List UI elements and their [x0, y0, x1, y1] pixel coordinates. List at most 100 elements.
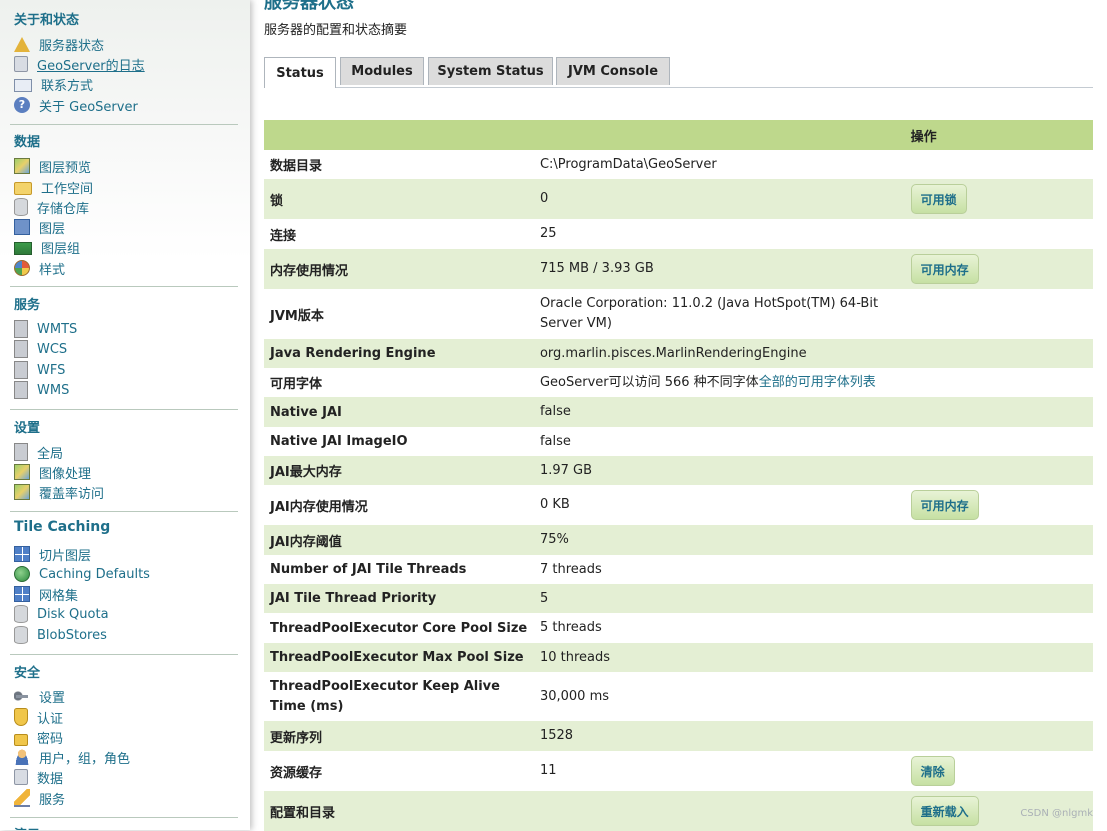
sidebar-item-label: 服务器状态: [39, 38, 105, 54]
free-jai-memory-button[interactable]: 可用内存: [910, 490, 979, 520]
sidebar-item-geoserver-log[interactable]: GeoServer的日志: [14, 55, 145, 74]
row-value: false: [533, 397, 905, 427]
row-key: 配置和目录: [264, 791, 534, 831]
sidebar-item-passwords[interactable]: 密码: [14, 728, 64, 747]
tab-bar: Status Modules System Status JVM Console: [264, 57, 1093, 88]
tab-jvm-console[interactable]: JVM Console: [556, 57, 670, 85]
row-action: 可用锁: [904, 179, 1093, 219]
sidebar-item-global[interactable]: 全局: [14, 443, 63, 462]
sidebar-item-wcs[interactable]: WCS: [14, 340, 67, 358]
table-row: 更新序列 1528: [264, 721, 1093, 751]
page-title: 服务器状态: [264, 0, 354, 13]
globe-icon: [14, 566, 30, 582]
sidebar-section-title-data: 数据: [14, 135, 41, 150]
clear-cache-button[interactable]: 清除: [910, 756, 955, 786]
row-action: [904, 150, 1093, 179]
sidebar-item-caching-defaults[interactable]: Caching Defaults: [14, 565, 150, 583]
reload-button[interactable]: 重新载入: [910, 796, 979, 826]
sidebar-item-layer-groups[interactable]: 图层组: [14, 238, 80, 257]
table-row: 可用字体 GeoServer可以访问 566 种不同字体全部的可用字体列表: [264, 368, 1093, 397]
row-value: 715 MB / 3.93 GB: [533, 249, 905, 289]
tab-system-status[interactable]: System Status: [428, 57, 553, 85]
row-action: [904, 584, 1093, 613]
sidebar-item-data-security[interactable]: 数据: [14, 768, 64, 787]
service-icon: [14, 320, 28, 338]
sidebar-item-wmts[interactable]: WMTS: [14, 320, 77, 338]
sidebar-item-label: Disk Quota: [37, 606, 109, 622]
section-divider: [10, 654, 238, 655]
sidebar-item-label: WFS: [37, 362, 66, 378]
data-security-icon: [14, 769, 28, 785]
help-icon: ?: [14, 97, 30, 113]
row-key: JAI内存使用情况: [264, 485, 534, 525]
row-key: Number of JAI Tile Threads: [264, 555, 534, 584]
row-key: ThreadPoolExecutor Max Pool Size: [264, 643, 534, 672]
sidebar-item-layers[interactable]: 图层: [14, 218, 66, 237]
row-key: Java Rendering Engine: [264, 339, 534, 368]
free-locks-button[interactable]: 可用锁: [910, 184, 967, 214]
free-memory-button[interactable]: 可用内存: [910, 254, 979, 284]
sidebar-item-label: 覆盖率访问: [39, 486, 105, 502]
log-icon: [14, 56, 28, 72]
tab-status[interactable]: Status: [264, 57, 336, 88]
sidebar-item-security-settings[interactable]: 设置: [14, 687, 65, 706]
row-action: [904, 555, 1093, 584]
sidebar-item-wfs[interactable]: WFS: [14, 361, 65, 379]
sidebar-item-image-processing[interactable]: 图像处理: [14, 463, 91, 482]
sidebar-item-label: 图层: [39, 221, 66, 237]
row-key: 锁: [264, 179, 534, 219]
sidebar-item-wms[interactable]: WMS: [14, 381, 69, 399]
row-value: org.marlin.pisces.MarlinRenderingEngine: [533, 339, 905, 368]
table-row: 资源缓存 11 清除: [264, 751, 1093, 791]
row-action: [904, 672, 1093, 721]
table-row: JAI内存使用情况 0 KB 可用内存: [264, 485, 1093, 525]
sidebar-item-tile-layers[interactable]: 切片图层: [14, 545, 91, 564]
lock-icon: [14, 733, 28, 746]
row-value: 25: [533, 219, 905, 249]
sidebar-item-users-groups-roles[interactable]: 用户，组，角色: [14, 748, 130, 767]
sidebar-item-label: 数据: [37, 771, 64, 787]
sidebar-section-title-services: 服务: [14, 298, 41, 313]
sidebar-item-layer-preview[interactable]: 图层预览: [14, 157, 92, 176]
row-value: [533, 791, 905, 831]
table-row: 数据目录 C:\ProgramData\GeoServer: [264, 150, 1093, 179]
sidebar-item-authentication[interactable]: 认证: [14, 708, 63, 727]
sidebar-item-label: 密码: [37, 731, 64, 747]
section-divider: [10, 286, 238, 287]
sidebar-section-title-about: 关于和状态: [14, 13, 80, 28]
sidebar-item-styles[interactable]: 样式: [14, 259, 65, 278]
sidebar-item-label: 图层预览: [39, 160, 92, 176]
row-key: JAI Tile Thread Priority: [264, 584, 534, 613]
main-content: 服务器状态 服务器的配置和状态摘要 Status Modules System …: [264, 0, 1093, 831]
sidebar-section-title-demos: 演示: [14, 824, 40, 830]
table-header-row: 操作: [264, 120, 1093, 150]
sidebar-item-service-security[interactable]: 服务: [14, 789, 65, 808]
sidebar-item-workspaces[interactable]: 工作空间: [14, 178, 93, 197]
row-key: 资源缓存: [264, 751, 534, 791]
section-divider: [10, 817, 238, 818]
service-icon: [14, 381, 28, 399]
row-key: ThreadPoolExecutor Keep Alive Time (ms): [264, 672, 534, 721]
row-value: 0 KB: [533, 485, 905, 525]
all-fonts-link[interactable]: 全部的可用字体列表: [759, 375, 876, 390]
sidebar-item-contact[interactable]: 联系方式: [14, 75, 93, 94]
row-value: 30,000 ms: [533, 672, 905, 721]
sidebar-item-about-geoserver[interactable]: ? 关于 GeoServer: [14, 96, 138, 115]
sidebar-item-server-status[interactable]: 服务器状态: [14, 35, 105, 54]
row-action: [904, 525, 1093, 555]
sidebar-item-disk-quota[interactable]: Disk Quota: [14, 605, 109, 623]
sidebar-item-gridsets[interactable]: 网格集: [14, 585, 78, 604]
sidebar-item-blobstores[interactable]: BlobStores: [14, 626, 107, 644]
table-row: 连接 25: [264, 219, 1093, 249]
table-row: ThreadPoolExecutor Keep Alive Time (ms) …: [264, 672, 1093, 721]
table-row: Number of JAI Tile Threads 7 threads: [264, 555, 1093, 584]
row-action: 可用内存: [904, 249, 1093, 289]
row-value: 1528: [533, 721, 905, 751]
table-row: ThreadPoolExecutor Core Pool Size 5 thre…: [264, 613, 1093, 643]
sidebar-section-title-settings: 设置: [14, 421, 41, 436]
row-value: 1.97 GB: [533, 456, 905, 485]
row-action: [904, 289, 1093, 339]
sidebar-item-coverage-access[interactable]: 覆盖率访问: [14, 483, 105, 502]
tab-modules[interactable]: Modules: [340, 57, 424, 85]
sidebar-item-stores[interactable]: 存储仓库: [14, 198, 89, 217]
